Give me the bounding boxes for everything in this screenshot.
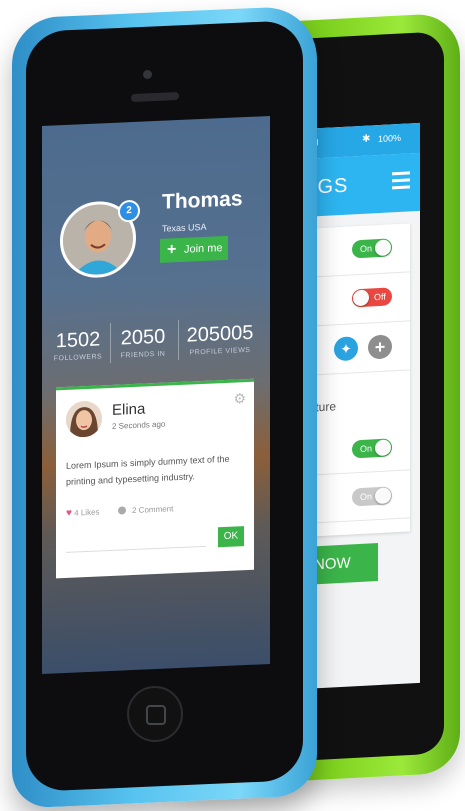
profile-screen: 2 Thomas Texas USA + Join me 1502 FOLLOW… bbox=[42, 116, 270, 674]
comment-icon[interactable] bbox=[117, 506, 126, 515]
toggle-label: On bbox=[360, 443, 373, 454]
comments-count[interactable]: 2 Comment bbox=[132, 504, 173, 515]
stat-label: FRIENDS IN bbox=[120, 350, 166, 360]
likes-count[interactable]: 4 Likes bbox=[74, 507, 99, 517]
plus-icon[interactable]: + bbox=[368, 334, 392, 360]
post-text: Lorem Ipsum is simply dummy text of the … bbox=[66, 453, 230, 487]
profile-name: Thomas bbox=[162, 187, 243, 214]
toggle-switch-2[interactable]: Off bbox=[352, 287, 392, 308]
stat-profile-views[interactable]: 205005 PROFILE VIEWS bbox=[182, 322, 258, 357]
toggle-switch-1[interactable]: On bbox=[352, 238, 392, 259]
home-button[interactable] bbox=[127, 686, 183, 742]
toggle-label: On bbox=[360, 491, 373, 502]
post-card: Elina 2 Seconds ago ⚙ Lorem Ipsum is sim… bbox=[56, 378, 254, 579]
plus-icon: + bbox=[167, 241, 177, 259]
stat-label: FOLLOWERS bbox=[53, 353, 103, 363]
bluetooth-icon: ✱ bbox=[362, 133, 371, 145]
stat-divider bbox=[178, 319, 179, 361]
toggle-switch-4[interactable]: On bbox=[352, 486, 392, 507]
notification-badge: 2 bbox=[118, 199, 140, 223]
stat-label: PROFILE VIEWS bbox=[189, 346, 251, 357]
join-me-button[interactable]: + Join me bbox=[160, 235, 228, 263]
heart-icon[interactable]: ♥ bbox=[66, 508, 72, 519]
toggle-label: Off bbox=[374, 291, 386, 303]
stat-friends[interactable]: 2050 FRIENDS IN bbox=[114, 325, 172, 360]
post-author-name: Elina bbox=[112, 400, 146, 419]
stat-value: 1502 bbox=[55, 328, 101, 353]
post-timestamp: 2 Seconds ago bbox=[112, 419, 166, 431]
post-author-avatar[interactable] bbox=[66, 400, 102, 438]
toggle-switch-3[interactable]: On bbox=[352, 438, 392, 459]
settings-header: NGS bbox=[300, 152, 420, 218]
comment-input[interactable] bbox=[66, 545, 206, 553]
stat-followers[interactable]: 1502 FOLLOWERS bbox=[52, 328, 104, 362]
stat-value: 205005 bbox=[186, 321, 254, 347]
toggle-label: On bbox=[360, 243, 373, 254]
menu-icon[interactable] bbox=[392, 171, 410, 193]
battery-level: 100% bbox=[378, 132, 402, 145]
profile-location: Texas USA bbox=[162, 221, 207, 234]
ok-button[interactable]: OK bbox=[218, 526, 244, 548]
settings-screen: AM ✱ 100% NGS On Off ✦ + picture On bbox=[300, 122, 420, 690]
twitter-icon[interactable]: ✦ bbox=[334, 336, 358, 362]
stat-divider bbox=[110, 322, 111, 364]
gear-icon[interactable]: ⚙ bbox=[233, 390, 246, 408]
front-camera bbox=[143, 70, 152, 79]
stat-value: 2050 bbox=[120, 325, 166, 350]
post-reactions: ♥ 4 Likes 2 Comment bbox=[66, 503, 173, 519]
join-button-label: Join me bbox=[184, 242, 223, 256]
